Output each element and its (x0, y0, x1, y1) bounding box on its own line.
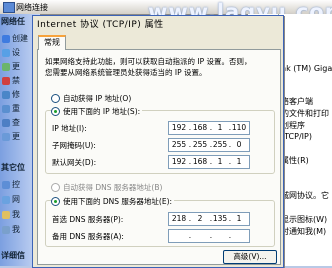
advanced-button[interactable]: 高级(V)... (223, 250, 277, 264)
default-gateway-label: 默认网关(D): (52, 158, 97, 167)
network-icon (2, 34, 10, 43)
task-item-rename[interactable]: 重 (2, 103, 20, 114)
change-icon (2, 62, 10, 71)
rename-icon (2, 104, 10, 113)
task-item-properties[interactable]: 更 (2, 131, 20, 142)
control-panel-icon (2, 180, 10, 189)
subnet-mask-label: 子网掩码(U): (52, 141, 96, 150)
component-file-sharing: 的文件和打印 (281, 109, 329, 118)
documents-icon (2, 210, 10, 219)
radio-off-icon (51, 183, 60, 192)
alternate-dns-field[interactable]: . . . (168, 229, 250, 243)
default-gateway-field[interactable]: 192. 168. 1. 1 (168, 155, 250, 169)
task-item-setup[interactable]: 设 (2, 47, 20, 58)
tcpip-properties-dialog: Internet 协议 (TCP/IP) 属性 常规 如果网络支持此功能，则可以… (32, 15, 284, 268)
task-item-disable[interactable]: 禁 (2, 75, 20, 86)
radio-off-icon (51, 94, 60, 103)
adapter-name: nk (TM) Gigab (281, 64, 332, 73)
ip-address-field[interactable]: 192. 168. 1. 110 (168, 121, 250, 135)
properties-button-backdrop: 属性(R) (281, 156, 309, 165)
radio-on-icon (51, 197, 60, 206)
auto-ip-radio[interactable]: 自动获得 IP 地址(O) (51, 93, 131, 104)
description-line-1: 如果网络支持此功能，则可以获取自动指派的 IP 设置。否则， (45, 57, 252, 66)
preferred-dns-field[interactable]: 218. 2. 135. 1 (168, 212, 250, 226)
place-item-computer[interactable]: 我 (2, 224, 20, 235)
ip-address-label: IP 地址(I): (52, 124, 87, 133)
show-icon-option: 显示图标(W) (281, 215, 328, 224)
task-item-create[interactable]: 创建 (2, 33, 28, 44)
network-folder-icon (3, 2, 15, 13)
place-item-documents[interactable]: 我 (2, 209, 20, 220)
manual-dns-radio[interactable]: 使用下面的 DNS 服务器地址(E): (51, 196, 175, 207)
protocol-description: 城网协议。它 (281, 191, 329, 200)
place-item-control-panel[interactable]: 控 (2, 179, 20, 190)
network-tasks-heading: 网络任 (1, 17, 25, 26)
properties-icon (2, 132, 10, 141)
preferred-dns-label: 首选 DNS 服务器(P): (52, 215, 124, 224)
other-places-heading: 其它位 (1, 163, 25, 172)
notify-option: 时通知我(M) (281, 227, 327, 236)
component-scheduler: 划程序 (281, 121, 305, 130)
description-line-2: 您需要从网络系统管理员处获得适当的 IP 设置。 (45, 68, 207, 77)
component-client: 络客户端 (281, 97, 313, 106)
status-icon (2, 118, 10, 127)
subnet-mask-field[interactable]: 255. 255. 255. 0 (168, 138, 250, 152)
disable-icon (2, 76, 10, 85)
dialog-title: Internet 协议 (TCP/IP) 属性 (37, 20, 164, 30)
network-places-icon (2, 195, 10, 204)
task-item-repair[interactable]: 修 (2, 89, 20, 100)
alternate-dns-label: 备用 DNS 服务器(A): (52, 232, 124, 241)
manual-ip-radio[interactable]: 使用下面的 IP 地址(S): (51, 106, 143, 117)
computer-icon (2, 225, 10, 234)
details-heading: 详细信 (1, 251, 25, 260)
component-tcpip: (TCP/IP) (281, 132, 312, 141)
repair-icon (2, 90, 10, 99)
auto-dns-radio[interactable]: 自动获得 DNS 服务器地址(B) (51, 182, 162, 193)
place-item-network[interactable]: 网 (2, 194, 20, 205)
connection-properties-backdrop: nk (TM) Gigab 络客户端 的文件和打印 划程序 (TCP/IP) 属… (278, 14, 332, 266)
explorer-title: 网络连接 (16, 3, 48, 12)
general-tab-page: 如果网络支持此功能，则可以获取自动指派的 IP 设置。否则， 您需要从网络系统管… (37, 49, 281, 265)
radio-on-icon (51, 107, 60, 116)
task-item-status[interactable]: 查 (2, 117, 20, 128)
setup-icon (2, 48, 10, 57)
tab-general[interactable]: 常规 (38, 35, 66, 50)
task-item-change[interactable]: 更 (2, 61, 20, 72)
dialog-titlebar[interactable]: Internet 协议 (TCP/IP) 属性 (33, 16, 283, 30)
